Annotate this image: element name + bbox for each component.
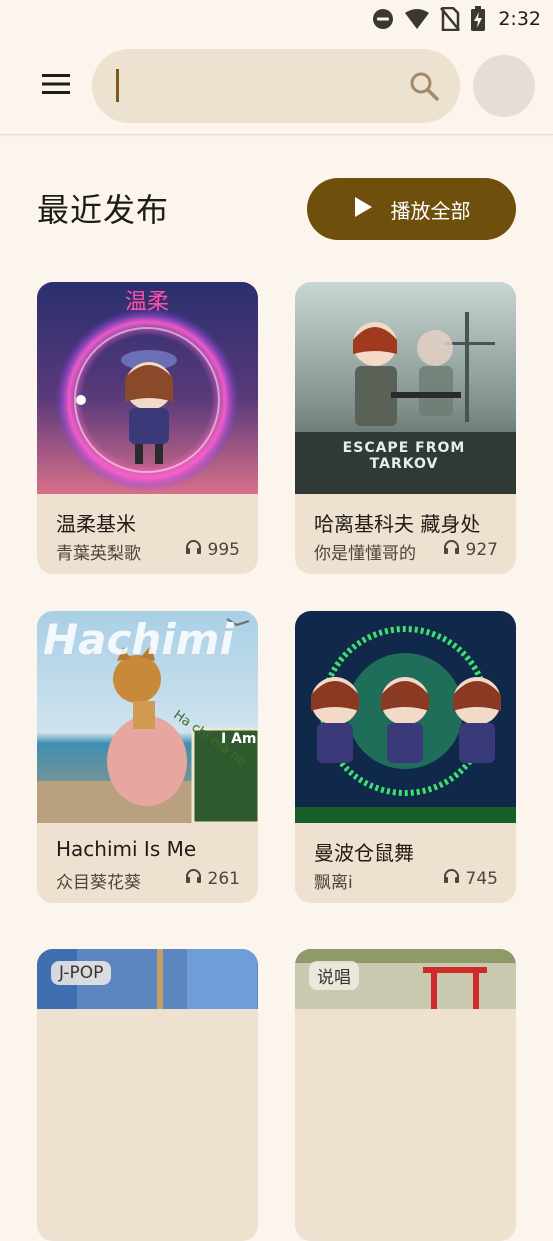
genre-tag: 说唱 xyxy=(309,961,359,990)
wifi-icon xyxy=(404,8,430,30)
status-time: 2:32 xyxy=(498,8,541,30)
search-button[interactable] xyxy=(408,70,440,102)
album-cover: 温柔 xyxy=(37,282,258,494)
no-sim-icon xyxy=(440,7,461,31)
status-icons: 2:32 xyxy=(372,6,541,32)
text-cursor xyxy=(116,69,119,102)
hamburger-menu-icon xyxy=(41,73,71,99)
song-artist: 你是懂懂哥的 xyxy=(314,544,416,564)
album-cover: 说唱 xyxy=(295,949,516,1161)
song-artist: 青葉英梨歌 xyxy=(56,544,141,564)
top-app-bar xyxy=(0,38,553,135)
album-cover xyxy=(295,611,516,823)
play-all-button[interactable]: 播放全部 xyxy=(307,178,516,240)
album-cover: Hachimi I Am Ha chi ma ne xyxy=(37,611,258,823)
search-icon xyxy=(408,72,440,106)
search-input[interactable] xyxy=(122,67,392,105)
song-card[interactable]: Hachimi I Am Ha chi ma ne Hachimi Is Me … xyxy=(37,611,258,903)
song-artist: 飘离i xyxy=(314,873,353,893)
song-card[interactable]: 温柔 温柔基米 青葉英梨歌 995 xyxy=(37,282,258,574)
song-card[interactable]: ESCAPE FROM TARKOV 哈离基科夫 藏身处 你是懂懂哥的 927 xyxy=(295,282,516,574)
headphones-icon xyxy=(443,868,460,889)
play-count: 995 xyxy=(185,539,240,560)
play-count: 927 xyxy=(443,539,498,560)
search-bar[interactable] xyxy=(92,49,460,123)
genre-tag: J-POP xyxy=(51,961,112,985)
cover-text: ESCAPE FROM TARKOV xyxy=(342,440,466,472)
cover-text: 温柔 xyxy=(125,290,170,315)
play-icon xyxy=(353,196,373,223)
play-count-value: 995 xyxy=(207,539,240,560)
album-cover: J-POP xyxy=(37,949,258,1161)
section-title: 最近发布 xyxy=(37,191,170,229)
headphones-icon xyxy=(185,539,202,560)
song-artist: 众目葵花葵 xyxy=(56,873,141,893)
cover-text: Hachimi xyxy=(43,615,234,664)
status-bar: 2:32 xyxy=(0,0,553,38)
headphones-icon xyxy=(185,868,202,889)
album-cover: ESCAPE FROM TARKOV xyxy=(295,282,516,494)
avatar[interactable] xyxy=(473,55,535,117)
battery-charging-icon xyxy=(470,6,486,32)
song-card[interactable]: 曼波仓鼠舞 飘离i 745 xyxy=(295,611,516,903)
menu-button[interactable] xyxy=(36,69,76,103)
play-count-value: 745 xyxy=(465,868,498,889)
headphones-icon xyxy=(443,539,460,560)
play-all-label: 播放全部 xyxy=(390,198,471,223)
play-count: 745 xyxy=(443,868,498,889)
dnd-icon xyxy=(372,8,394,30)
song-title: 温柔基米 xyxy=(56,512,136,536)
song-card[interactable]: J-POP xyxy=(37,949,258,1241)
song-card[interactable]: 说唱 xyxy=(295,949,516,1241)
play-count-value: 261 xyxy=(207,868,240,889)
song-title: 哈离基科夫 藏身处 xyxy=(314,512,481,536)
play-count: 261 xyxy=(185,868,240,889)
song-title: Hachimi Is Me xyxy=(56,837,197,861)
play-count-value: 927 xyxy=(465,539,498,560)
song-title: 曼波仓鼠舞 xyxy=(314,841,414,865)
